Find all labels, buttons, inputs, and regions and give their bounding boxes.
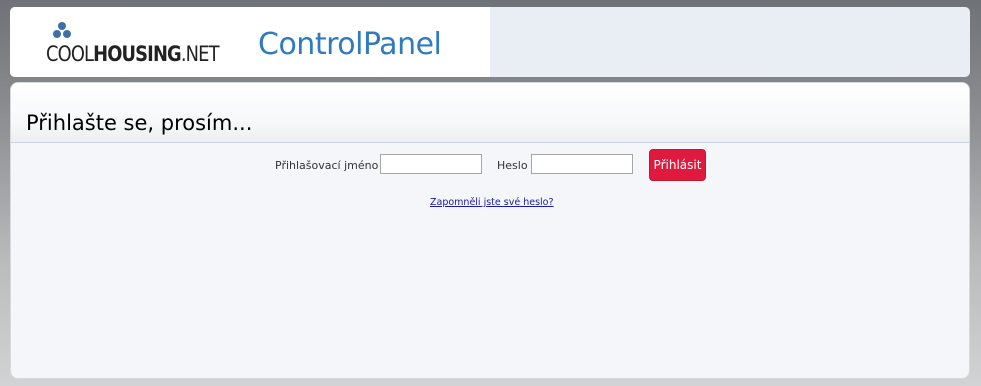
coolhousing-logo: COOLHOUSING.NET xyxy=(46,21,220,73)
page-title: Přihlašte se, prosím... xyxy=(26,111,253,135)
username-label: Přihlašovací jméno xyxy=(275,159,379,172)
login-form: Přihlašovací jméno Heslo Přihlásit xyxy=(11,149,969,183)
username-field[interactable] xyxy=(380,154,482,174)
login-panel-header: Přihlašte se, prosím... xyxy=(11,83,969,143)
header: COOLHOUSING.NET ControlPanel xyxy=(10,7,970,77)
password-label: Heslo xyxy=(497,159,528,172)
header-logo-area: COOLHOUSING.NET ControlPanel xyxy=(10,7,490,77)
password-field[interactable] xyxy=(531,154,633,174)
login-panel: Přihlašte se, prosím... Přihlašovací jmé… xyxy=(10,82,970,379)
app-title: ControlPanel xyxy=(258,27,442,62)
logo-text: COOLHOUSING.NET xyxy=(46,42,220,66)
forgot-password-link[interactable]: Zapomněli jste své heslo? xyxy=(430,197,554,209)
login-button[interactable]: Přihlásit xyxy=(649,149,706,181)
